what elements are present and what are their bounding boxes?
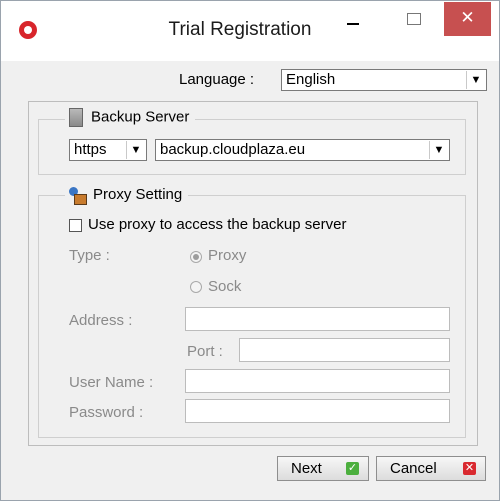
protocol-value: https bbox=[74, 141, 107, 158]
use-proxy-label[interactable]: Use proxy to access the backup server bbox=[88, 216, 346, 233]
backup-server-title: Backup Server bbox=[91, 108, 190, 126]
server-host-select[interactable]: backup.cloudplaza.eu ▼ bbox=[155, 139, 450, 161]
proxy-setting-title: Proxy Setting bbox=[93, 186, 183, 203]
port-input[interactable] bbox=[239, 338, 450, 362]
dialog-window: Trial Registration ✕ Language : English … bbox=[0, 0, 500, 501]
check-icon: ✓ bbox=[346, 462, 359, 475]
address-label: Address : bbox=[69, 312, 133, 329]
protocol-select[interactable]: https ▼ bbox=[69, 139, 147, 161]
chevron-down-icon[interactable]: ▼ bbox=[466, 71, 485, 89]
proxy-radio-label[interactable]: Proxy bbox=[208, 247, 246, 264]
type-label: Type : bbox=[69, 247, 110, 264]
language-label: Language : bbox=[179, 71, 255, 88]
address-input[interactable] bbox=[185, 307, 450, 331]
next-button-label: Next bbox=[291, 460, 322, 477]
maximize-button[interactable] bbox=[399, 9, 429, 39]
proxy-setting-legend: Proxy Setting bbox=[65, 186, 189, 206]
close-button[interactable]: ✕ bbox=[444, 2, 491, 36]
chevron-down-icon[interactable]: ▼ bbox=[126, 141, 145, 159]
next-button[interactable]: Next ✓ bbox=[277, 456, 369, 481]
use-proxy-checkbox[interactable] bbox=[69, 219, 82, 232]
server-icon bbox=[69, 108, 83, 127]
language-value: English bbox=[286, 71, 336, 88]
port-label: Port : bbox=[187, 343, 223, 360]
chevron-down-icon[interactable]: ▼ bbox=[429, 141, 448, 159]
password-label: Password : bbox=[69, 404, 144, 421]
language-select[interactable]: English ▼ bbox=[281, 69, 487, 91]
proxy-icon bbox=[69, 187, 87, 206]
cancel-button[interactable]: Cancel ✕ bbox=[376, 456, 486, 481]
password-input[interactable] bbox=[185, 399, 450, 423]
title-bar: Trial Registration ✕ bbox=[1, 1, 499, 61]
username-input[interactable] bbox=[185, 369, 450, 393]
x-icon: ✕ bbox=[463, 462, 476, 475]
minimize-button[interactable] bbox=[341, 9, 371, 39]
sock-radio[interactable] bbox=[190, 281, 202, 293]
sock-radio-label[interactable]: Sock bbox=[208, 278, 241, 295]
backup-server-legend: Backup Server bbox=[65, 108, 196, 127]
proxy-radio[interactable] bbox=[190, 251, 202, 263]
username-label: User Name : bbox=[69, 374, 154, 391]
cancel-button-label: Cancel bbox=[390, 460, 437, 477]
server-host-value: backup.cloudplaza.eu bbox=[160, 141, 306, 158]
